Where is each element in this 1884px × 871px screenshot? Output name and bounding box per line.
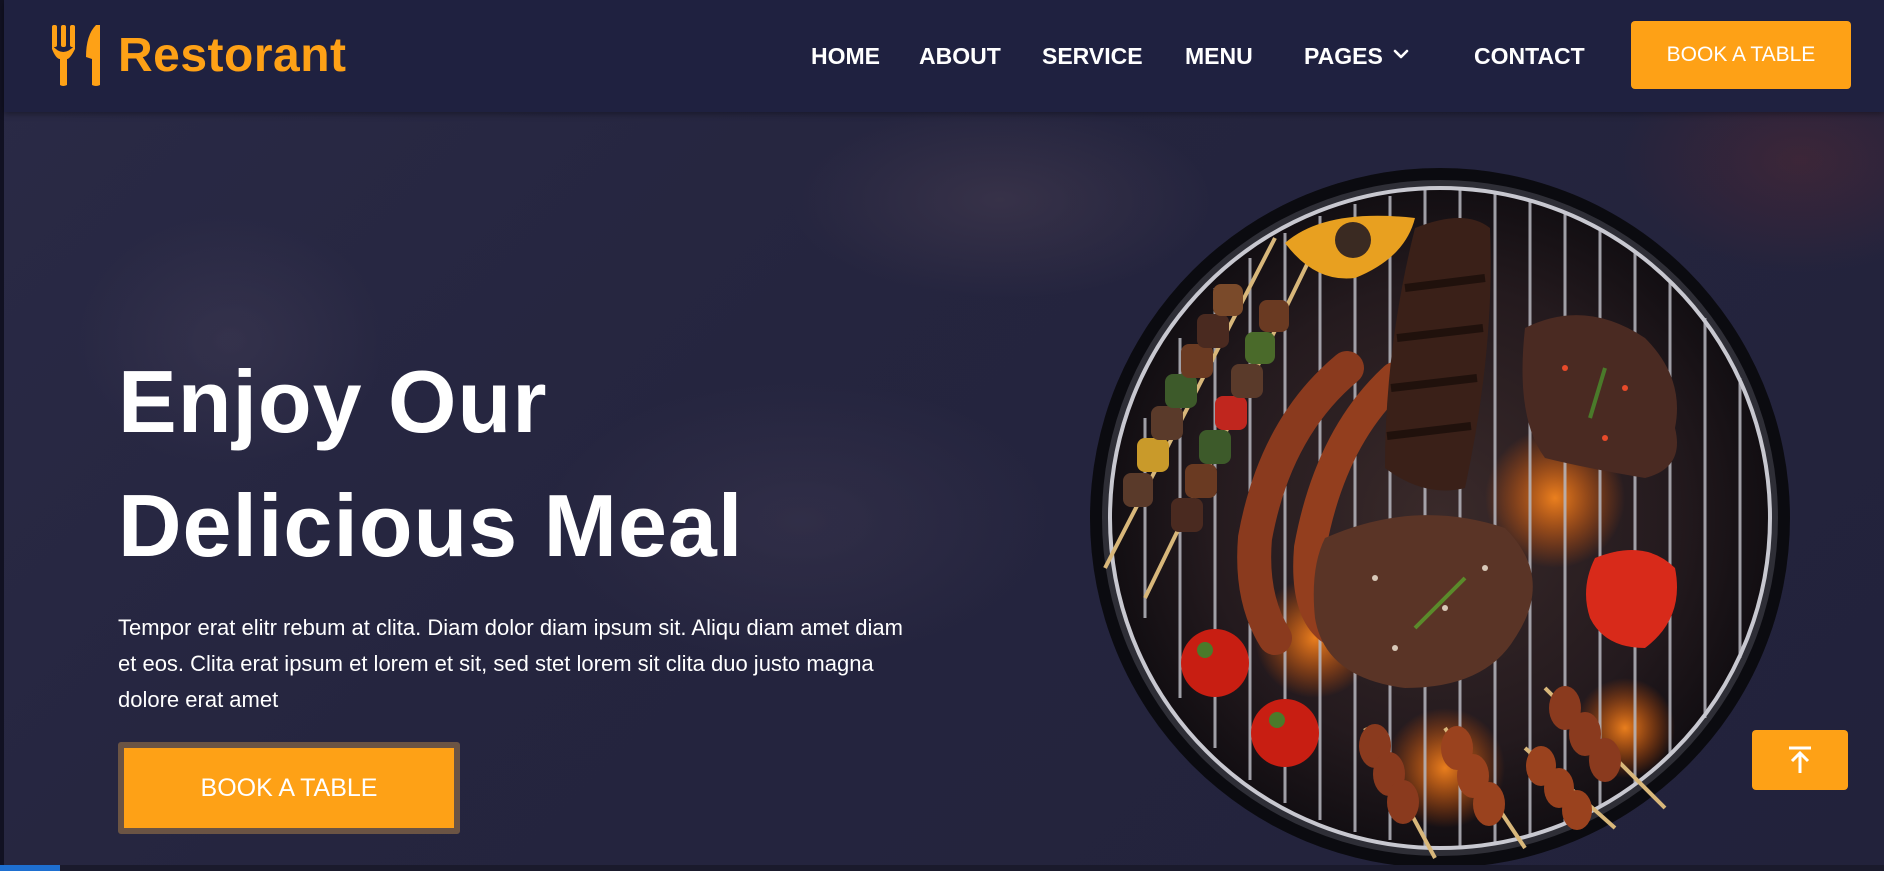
nav-about[interactable]: ABOUT [919,40,1001,72]
book-table-hero-button[interactable]: BOOK A TABLE [118,742,460,834]
nav-contact[interactable]: CONTACT [1474,40,1585,72]
hero-title-line2: Delicious Meal [118,476,744,575]
arrow-up-icon [1789,746,1811,773]
nav-service[interactable]: SERVICE [1042,40,1143,72]
hero-description: Tempor erat elitr rebum at clita. Diam d… [118,615,903,712]
book-table-nav-button[interactable]: BOOK A TABLE [1631,21,1851,89]
taskbar-edge [0,865,1884,871]
hero-title-line1: Enjoy Our [118,352,548,451]
bbq-grill-image [1090,168,1790,868]
back-to-top-button[interactable] [1752,730,1848,790]
chevron-down-icon [1393,49,1409,59]
hero-title: Enjoy Our Delicious Meal [118,340,918,588]
brand-logo[interactable]: Restorant [48,22,347,88]
brand-name: Restorant [118,28,347,82]
taskbar-accent [0,865,60,871]
nav-home[interactable]: HOME [811,40,880,72]
navbar: Restorant HOME ABOUT SERVICE MENU PAGES … [4,0,1884,112]
window-edge [0,0,4,871]
utensils-icon [52,25,100,86]
nav-menu-item[interactable]: MENU [1185,40,1253,72]
nav-pages-dropdown[interactable]: PAGES [1304,40,1409,72]
nav-pages-label: PAGES [1304,43,1383,69]
